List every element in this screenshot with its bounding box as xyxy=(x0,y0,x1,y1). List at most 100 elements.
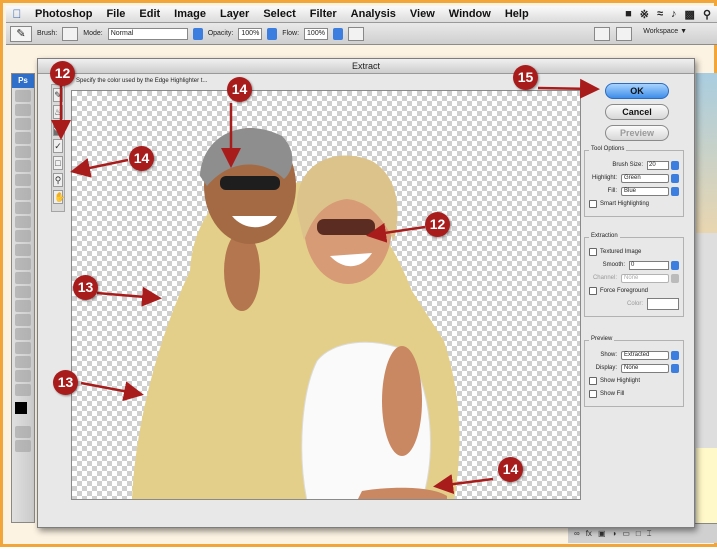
dodge-tool-icon[interactable] xyxy=(15,272,31,284)
display-icon[interactable]: ■ xyxy=(625,8,632,21)
edge-highlighter-tool-icon[interactable]: ✎ xyxy=(53,88,63,102)
eyedropper-tool-icon[interactable] xyxy=(15,356,31,368)
fill-select[interactable]: Blue xyxy=(621,186,669,196)
link-layers-icon[interactable]: ∞ xyxy=(574,529,580,538)
layer-style-icon[interactable]: fx xyxy=(586,529,592,538)
volume-icon[interactable]: ♪ xyxy=(671,8,677,21)
display-dropdown-icon[interactable] xyxy=(671,363,679,373)
flow-field[interactable]: 100% xyxy=(304,27,328,40)
trash-icon[interactable]: ⌶ xyxy=(647,529,652,539)
menu-file[interactable]: File xyxy=(99,8,132,20)
crop-tool-icon[interactable] xyxy=(15,146,31,158)
lasso-tool-icon[interactable] xyxy=(15,118,31,130)
highlight-dropdown-icon[interactable] xyxy=(671,173,679,183)
menu-help[interactable]: Help xyxy=(498,8,536,20)
spotlight-icon[interactable]: ⚲ xyxy=(703,8,711,21)
new-layer-icon[interactable]: □ xyxy=(636,529,641,538)
menu-window[interactable]: Window xyxy=(442,8,498,20)
preview-button[interactable]: Preview xyxy=(605,125,669,141)
eraser-tool-icon[interactable]: ⌫ xyxy=(53,122,67,136)
magic-wand-tool-icon[interactable] xyxy=(15,132,31,144)
zoom-tool-icon[interactable]: ⚲ xyxy=(53,173,63,187)
blur-tool-icon[interactable] xyxy=(15,258,31,270)
pen-tool-icon[interactable] xyxy=(15,286,31,298)
brush-tool-icon[interactable] xyxy=(15,188,31,200)
opacity-field[interactable]: 100% xyxy=(238,27,263,40)
menu-view[interactable]: View xyxy=(403,8,442,20)
cancel-button[interactable]: Cancel xyxy=(605,104,669,120)
opacity-slider-icon[interactable] xyxy=(267,27,278,40)
textured-image-checkbox[interactable] xyxy=(589,248,597,256)
slice-tool-icon[interactable] xyxy=(15,160,31,172)
tool-options-group: Tool Options Brush Size: 20 Highlight: G… xyxy=(584,146,684,217)
zoom-tool-icon[interactable] xyxy=(15,384,31,396)
airbrush-icon[interactable] xyxy=(347,26,364,41)
smart-highlighting-row: Smart Highlighting xyxy=(589,199,679,209)
brush-size-row: Brush Size: 20 xyxy=(589,160,679,170)
type-tool-icon[interactable] xyxy=(15,300,31,312)
stamp-tool-icon[interactable] xyxy=(15,202,31,214)
bluetooth-icon[interactable]: ※ xyxy=(640,8,649,21)
shape-tool-icon[interactable] xyxy=(15,328,31,340)
menu-filter[interactable]: Filter xyxy=(303,8,344,20)
color-swatch[interactable] xyxy=(647,298,679,310)
force-foreground-row: Force Foreground xyxy=(589,286,679,296)
smart-highlighting-checkbox[interactable] xyxy=(589,200,597,208)
wifi-icon[interactable]: ≈ xyxy=(657,8,663,21)
screen-mode-icon[interactable] xyxy=(15,440,31,452)
smooth-field[interactable]: 0 xyxy=(629,260,669,270)
menu-app[interactable]: Photoshop xyxy=(28,8,99,20)
flow-slider-icon[interactable] xyxy=(332,27,343,40)
show-select[interactable]: Extracted xyxy=(621,350,669,360)
new-group-icon[interactable]: ▭ xyxy=(622,529,630,538)
menu-analysis[interactable]: Analysis xyxy=(344,8,403,20)
eraser-tool-icon[interactable] xyxy=(15,230,31,242)
document-thumbnail xyxy=(696,448,717,528)
menu-status-icons: ■ ※ ≈ ♪ ▩ ⚲ xyxy=(625,8,711,21)
menu-edit[interactable]: Edit xyxy=(132,8,167,20)
display-row: Display: None xyxy=(589,363,679,373)
show-highlight-checkbox[interactable] xyxy=(589,377,597,385)
history-brush-tool-icon[interactable] xyxy=(15,216,31,228)
layer-mask-icon[interactable]: ▣ xyxy=(598,529,606,538)
navigator-thumbnail xyxy=(696,73,717,233)
tool-presets-icon[interactable] xyxy=(616,27,632,41)
menu-image[interactable]: Image xyxy=(167,8,213,20)
healing-tool-icon[interactable] xyxy=(15,174,31,186)
fill-dropdown-icon[interactable] xyxy=(671,186,679,196)
cleanup-tool-icon[interactable]: □ xyxy=(53,156,63,170)
menu-select[interactable]: Select xyxy=(256,8,302,20)
foreground-color-swatch[interactable] xyxy=(15,402,27,414)
adjustment-layer-icon[interactable]: ◑ xyxy=(612,529,617,538)
mode-select[interactable]: Normal xyxy=(107,27,188,40)
show-dropdown-icon[interactable] xyxy=(671,350,679,360)
quick-mask-icon[interactable] xyxy=(15,426,31,438)
path-selection-tool-icon[interactable] xyxy=(15,314,31,326)
brush-size-slider-icon[interactable] xyxy=(671,160,679,170)
hand-tool-icon[interactable] xyxy=(15,370,31,382)
brush-size-field[interactable]: 20 xyxy=(647,160,669,170)
apple-icon[interactable]:  xyxy=(6,7,28,21)
menu-layer[interactable]: Layer xyxy=(213,8,256,20)
channel-select[interactable]: None xyxy=(621,273,669,283)
brush-tool-icon[interactable]: ✎ xyxy=(10,25,32,42)
mode-dropdown-icon[interactable] xyxy=(192,27,203,40)
force-foreground-checkbox[interactable] xyxy=(589,287,597,295)
marquee-tool-icon[interactable] xyxy=(15,104,31,116)
eyedropper-tool-icon[interactable]: ✓ xyxy=(53,139,63,153)
smooth-slider-icon[interactable] xyxy=(671,260,679,270)
hand-tool-icon[interactable]: ✋ xyxy=(53,190,65,204)
ok-button[interactable]: OK xyxy=(605,83,669,99)
brush-preset-picker[interactable] xyxy=(62,26,79,41)
highlight-select[interactable]: Green xyxy=(621,173,669,183)
display-select[interactable]: None xyxy=(621,363,669,373)
move-tool-icon[interactable] xyxy=(15,90,31,102)
gradient-tool-icon[interactable] xyxy=(15,244,31,256)
battery-icon[interactable]: ▩ xyxy=(685,8,695,21)
notes-tool-icon[interactable] xyxy=(15,342,31,354)
workspace-menu[interactable]: Workspace ▼ xyxy=(643,28,687,35)
fill-tool-icon[interactable]: ♨ xyxy=(53,105,63,119)
show-fill-checkbox[interactable] xyxy=(589,390,597,398)
channel-dropdown-icon[interactable] xyxy=(671,273,679,283)
palette-well-icon[interactable] xyxy=(594,27,610,41)
